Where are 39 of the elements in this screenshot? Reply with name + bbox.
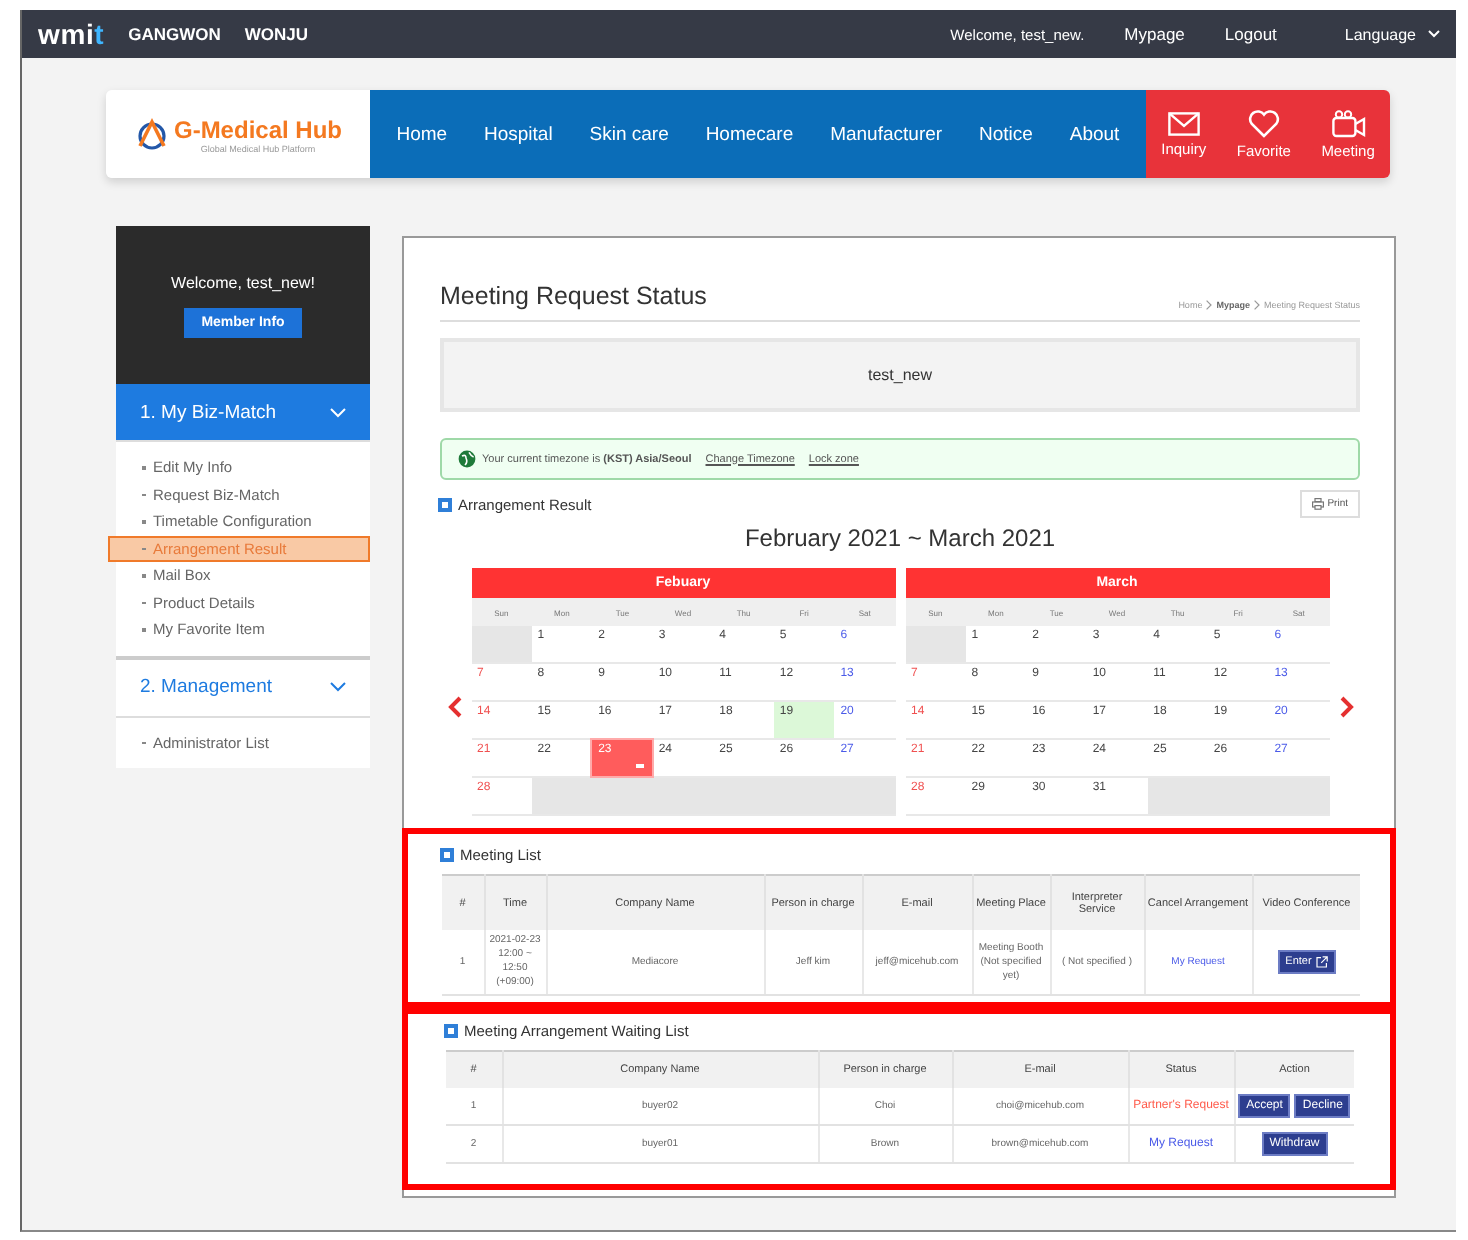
square-bullet-icon xyxy=(446,1026,456,1036)
mail-icon xyxy=(1167,111,1200,135)
previous-button[interactable] xyxy=(447,695,461,717)
region-link[interactable]: GANGWON xyxy=(128,24,221,44)
chevron-right-icon xyxy=(1339,695,1353,717)
chevron-down-icon xyxy=(330,407,346,417)
sidebar-section-header[interactable]: 1. My Biz-Match xyxy=(116,384,370,442)
user-banner: test_new xyxy=(440,338,1360,412)
logo-icon xyxy=(133,116,170,152)
video-camera-icon xyxy=(1331,109,1366,137)
square-bullet-icon xyxy=(440,499,450,509)
chevron-left-icon xyxy=(447,695,461,717)
chevron-right-icon xyxy=(1206,300,1213,310)
globe-icon xyxy=(458,450,476,468)
top-link[interactable]: Mypage xyxy=(1124,24,1185,44)
nav-link[interactable]: Notice xyxy=(979,123,1033,145)
nav-link[interactable]: Home xyxy=(396,123,448,145)
printer-icon xyxy=(1311,498,1324,510)
calendar-title: February 2021 ~ March 2021 xyxy=(742,524,1058,552)
nav-link[interactable]: Homecare xyxy=(705,123,794,145)
square-bullet-icon xyxy=(442,850,452,860)
caret-icon xyxy=(1428,30,1440,38)
page-title: Meeting Request Status xyxy=(440,282,707,310)
region-link[interactable]: WONJU xyxy=(244,24,309,44)
top-link[interactable]: Logout xyxy=(1224,24,1277,44)
nav-link[interactable]: About xyxy=(1069,123,1120,145)
chevron-right-icon xyxy=(1253,300,1260,310)
sidebar-section-header[interactable]: 2. Management xyxy=(116,655,370,717)
site-logo[interactable]: wmit xyxy=(38,18,105,50)
heart-icon xyxy=(1247,109,1280,137)
nav-link[interactable]: Manufacturer xyxy=(830,123,943,145)
welcome-text: Welcome, test_new! xyxy=(171,273,315,291)
external-link-icon xyxy=(1315,956,1328,968)
nav-link[interactable]: Hospital xyxy=(484,123,553,145)
chevron-down-icon xyxy=(330,682,346,692)
language-dropdown[interactable]: Language xyxy=(1344,25,1440,43)
meeting-marker-icon xyxy=(636,763,645,768)
nav-link[interactable]: Skin care xyxy=(589,123,669,145)
next-button[interactable] xyxy=(1339,695,1353,717)
